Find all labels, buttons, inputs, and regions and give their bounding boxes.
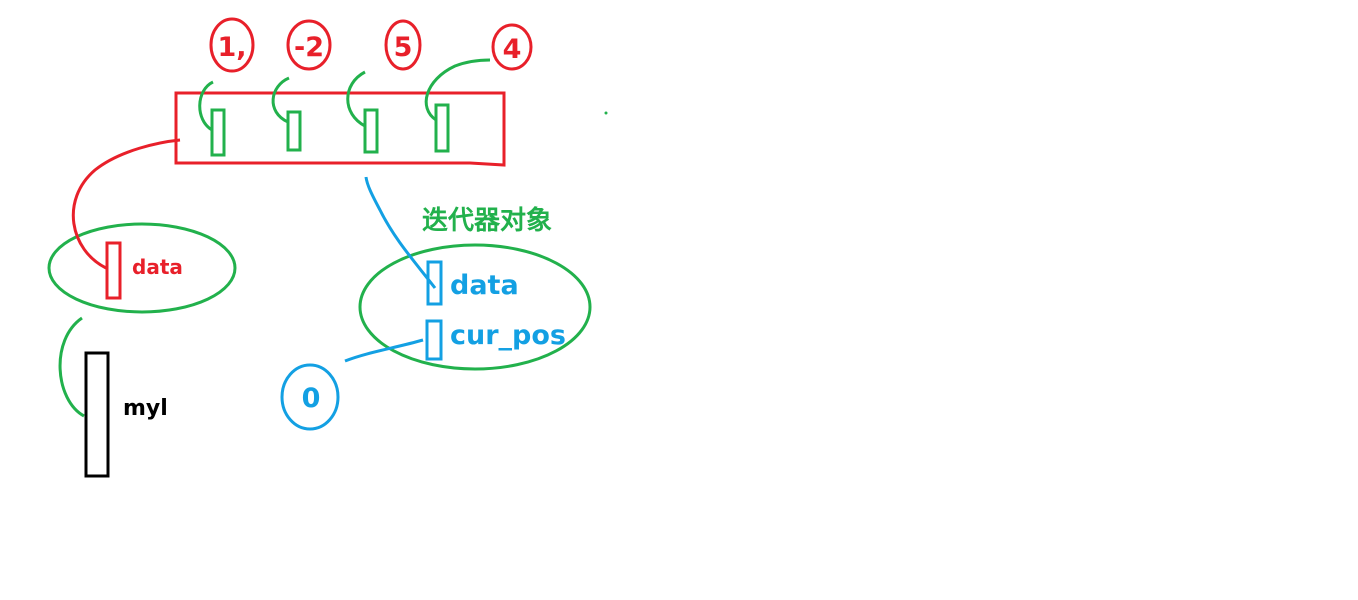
slot-pointer-3: [346, 70, 366, 128]
myl-data-slot: [105, 241, 122, 300]
value-label-1: 1,: [217, 32, 246, 63]
value-label-3: 5: [394, 32, 413, 63]
cur-pos-value-label: 0: [302, 383, 321, 414]
iterator-cur-pos-slot: [425, 319, 443, 361]
list-slot-1: [210, 108, 226, 157]
value-label-4: 4: [503, 34, 522, 65]
value-node-4: 4: [491, 23, 533, 71]
iterator-title: 迭代器对象: [422, 205, 552, 236]
myl-pointer: [58, 316, 85, 418]
myl-data-label: data: [132, 255, 183, 279]
myl-variable-label: myl: [123, 396, 168, 421]
myl-variable-slot: [84, 351, 110, 478]
value-label-2: -2: [294, 32, 324, 63]
data-pointer-to-list: [71, 138, 181, 270]
value-node-3: 5: [384, 19, 422, 71]
stray-dot: [604, 111, 608, 115]
value-node-2: -2: [286, 19, 332, 71]
list-slot-3: [363, 108, 379, 154]
memory-diagram: 1, -2 5 4 data myl 迭代器对象 data cur_pos 0: [47, 17, 608, 478]
iterator-cur-pos-label: cur_pos: [450, 320, 566, 351]
list-slot-2: [286, 110, 302, 152]
iterator-data-label: data: [450, 270, 519, 301]
value-node-1: 1,: [209, 17, 255, 73]
list-slot-4: [434, 103, 450, 153]
